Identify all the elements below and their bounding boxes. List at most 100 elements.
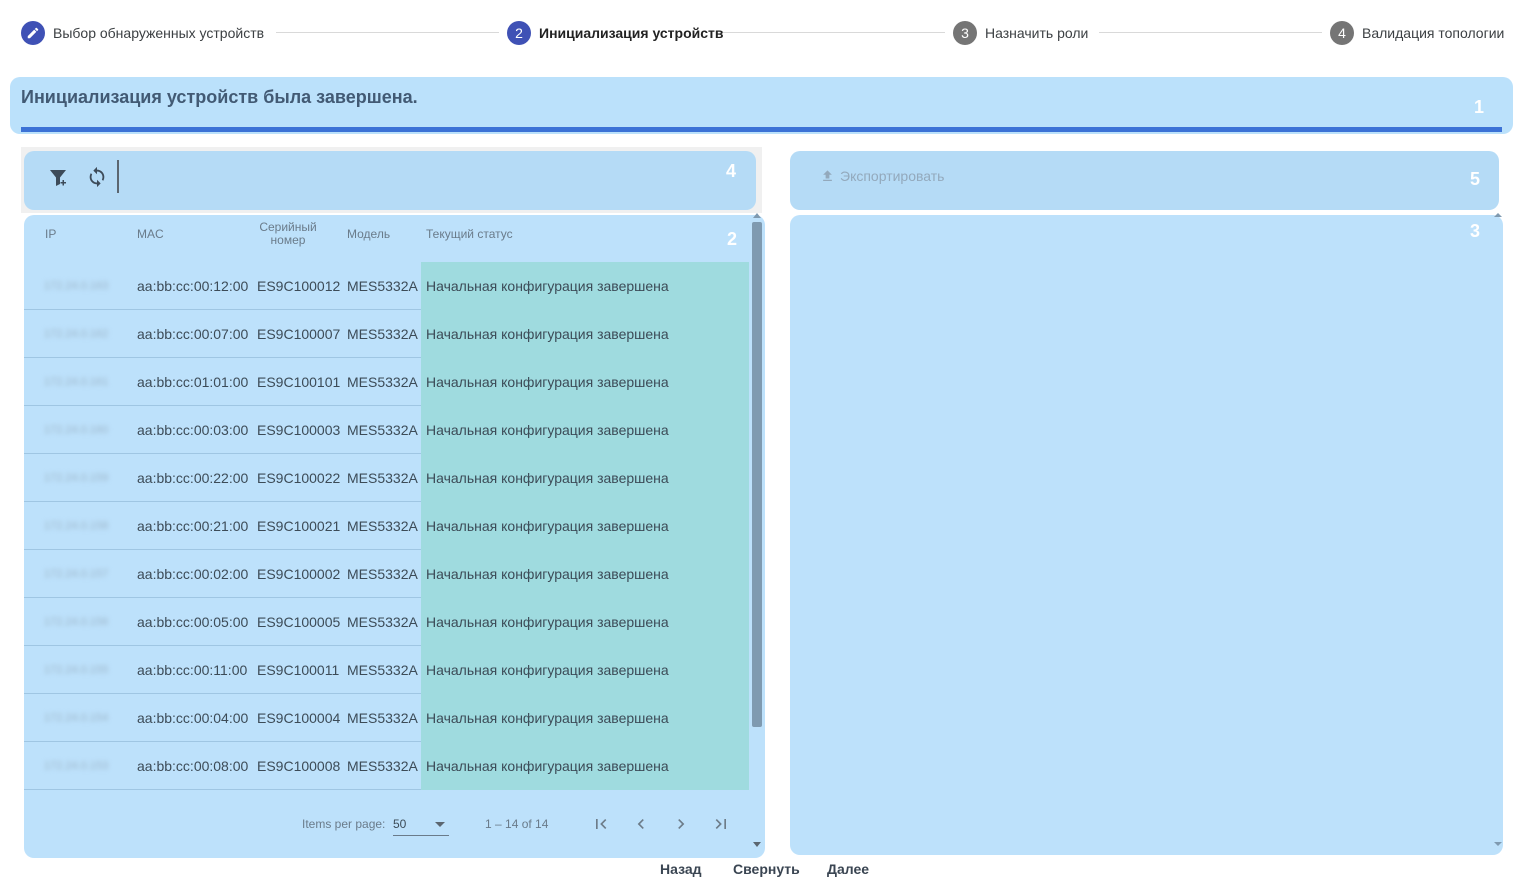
cell-mac: aa:bb:cc:00:11:00 [137,662,248,678]
refresh-icon[interactable] [83,163,111,191]
column-header-serial-line2: номер [270,233,306,247]
cell-serial: ES9C100007 [257,326,341,342]
export-label: Экспортировать [840,168,945,184]
step-connector [723,32,945,33]
region-number: 5 [1470,169,1481,189]
cell-model: MES5332A [347,614,418,630]
cell-serial: ES9C100008 [257,758,341,774]
step-4-label: Валидация топологии [1362,25,1505,41]
cell-mac: aa:bb:cc:00:04:00 [137,710,249,726]
table-row[interactable]: 172.24.0.158 aa:bb:cc:00:21:00 ES9C100021 M… [24,502,749,550]
table-row[interactable]: 172.24.0.155 aa:bb:cc:00:11:00 ES9C100011 M… [24,646,749,694]
cell-status: Начальная конфигурация завершена [421,550,749,598]
pencil-icon [21,21,45,45]
step-2[interactable]: 2 Инициализация устройств [507,21,724,45]
table-scroll-thumb[interactable] [752,222,762,727]
next-button[interactable]: Далее [827,858,869,880]
table-row[interactable]: 172.24.0.161 aa:bb:cc:01:01:00 ES9C100101 M… [24,358,749,406]
scroll-up-icon[interactable] [753,213,761,218]
step-4[interactable]: 4 Валидация топологии [1330,21,1504,45]
cell-status: Начальная конфигурация завершена [421,310,749,358]
step-connector [276,32,499,33]
cell-mac: aa:bb:cc:00:03:00 [137,422,249,438]
export-button[interactable]: Экспортировать [820,166,944,186]
cell-mac: aa:bb:cc:00:22:00 [137,470,249,486]
table-header: IP MAC Серийный номер Модель Текущий ста… [24,215,749,263]
cell-serial: ES9C100101 [257,374,341,390]
step-connector [1099,32,1322,33]
column-header-status[interactable]: Текущий статус [426,228,513,241]
cell-status: Начальная конфигурация завершена [421,502,749,550]
cell-serial: ES9C100004 [257,710,341,726]
cell-model: MES5332A [347,662,418,678]
cell-ip: 172.24.0.160 [44,424,109,436]
cell-model: MES5332A [347,758,418,774]
scroll-up-icon[interactable] [1494,213,1502,217]
items-per-page-select[interactable]: 50 [393,814,449,836]
cell-model: MES5332A [347,470,418,486]
table-row[interactable]: 172.24.0.162 aa:bb:cc:00:07:00 ES9C100007 M… [24,310,749,358]
details-panel: 3 [790,215,1503,855]
step-3[interactable]: 3 Назначить роли [953,21,1088,45]
chevron-down-icon [435,822,445,827]
cell-ip: 172.24.0.154 [44,712,109,724]
step-2-label: Инициализация устройств [539,25,724,41]
cell-mac: aa:bb:cc:00:08:00 [137,758,249,774]
table-row[interactable]: 172.24.0.163 aa:bb:cc:00:12:00 ES9C100012 M… [24,262,749,310]
cell-ip: 172.24.0.155 [44,664,109,676]
cell-model: MES5332A [347,422,418,438]
cell-model: MES5332A [347,710,418,726]
column-header-mac[interactable]: MAC [137,228,164,241]
column-header-model[interactable]: Модель [347,228,390,241]
cell-serial: ES9C100021 [257,518,341,534]
next-page-icon[interactable] [669,812,693,836]
cell-serial: ES9C100002 [257,566,341,582]
items-per-page-value: 50 [393,817,407,831]
cell-status: Начальная конфигурация завершена [421,262,749,310]
column-header-serial[interactable]: Серийный номер [256,221,320,247]
cell-mac: aa:bb:cc:00:05:00 [137,614,249,630]
paginator: Items per page: 50 1 – 14 of 14 [24,800,749,850]
upload-icon [823,170,832,181]
page-range-label: 1 – 14 of 14 [485,817,549,831]
table-row[interactable]: 172.24.0.154 aa:bb:cc:00:04:00 ES9C100004 M… [24,694,749,742]
last-page-icon[interactable] [709,812,733,836]
devices-table-panel: IP MAC Серийный номер Модель Текущий ста… [24,215,765,858]
prev-page-icon[interactable] [629,812,653,836]
table-row[interactable]: 172.24.0.157 aa:bb:cc:00:02:00 ES9C100002 M… [24,550,749,598]
step-1[interactable]: Выбор обнаруженных устройств [21,21,264,45]
cell-status: Начальная конфигурация завершена [421,454,749,502]
scroll-down-icon[interactable] [753,842,761,847]
banner-title: Инициализация устройств была завершена. [21,87,418,107]
collapse-button[interactable]: Свернуть [733,858,800,880]
cell-model: MES5332A [347,374,418,390]
cell-mac: aa:bb:cc:00:12:00 [137,278,249,294]
cell-ip: 172.24.0.157 [44,568,109,580]
cell-serial: ES9C100005 [257,614,341,630]
step-2-number: 2 [507,21,531,45]
cell-model: MES5332A [347,326,418,342]
filter-add-icon[interactable] [45,164,73,192]
cell-mac: aa:bb:cc:01:01:00 [137,374,249,390]
cell-serial: ES9C100011 [257,662,340,678]
table-row[interactable]: 172.24.0.156 aa:bb:cc:00:05:00 ES9C100005 M… [24,598,749,646]
banner-progress-bar [21,127,1502,132]
table-row[interactable]: 172.24.0.153 aa:bb:cc:00:08:00 ES9C100008 M… [24,742,749,790]
region-number: 1 [1473,97,1484,117]
back-button[interactable]: Назад [660,858,702,880]
cell-status: Начальная конфигурация завершена [421,406,749,454]
table-row[interactable]: 172.24.0.159 aa:bb:cc:00:22:00 ES9C100022 M… [24,454,749,502]
step-3-number: 3 [953,21,977,45]
cell-status: Начальная конфигурация завершена [421,742,749,790]
region-number: 3 [1470,221,1481,241]
cell-serial: ES9C100003 [257,422,341,438]
scroll-down-icon[interactable] [1494,842,1502,846]
column-header-ip[interactable]: IP [45,228,56,241]
table-row[interactable]: 172.24.0.160 aa:bb:cc:00:03:00 ES9C100003 M… [24,406,749,454]
region-number: 4 [726,161,737,181]
first-page-icon[interactable] [589,812,613,836]
cell-model: MES5332A [347,518,418,534]
cell-ip: 172.24.0.156 [44,616,109,628]
cell-model: MES5332A [347,278,418,294]
table-toolbar: 4 [24,151,756,210]
